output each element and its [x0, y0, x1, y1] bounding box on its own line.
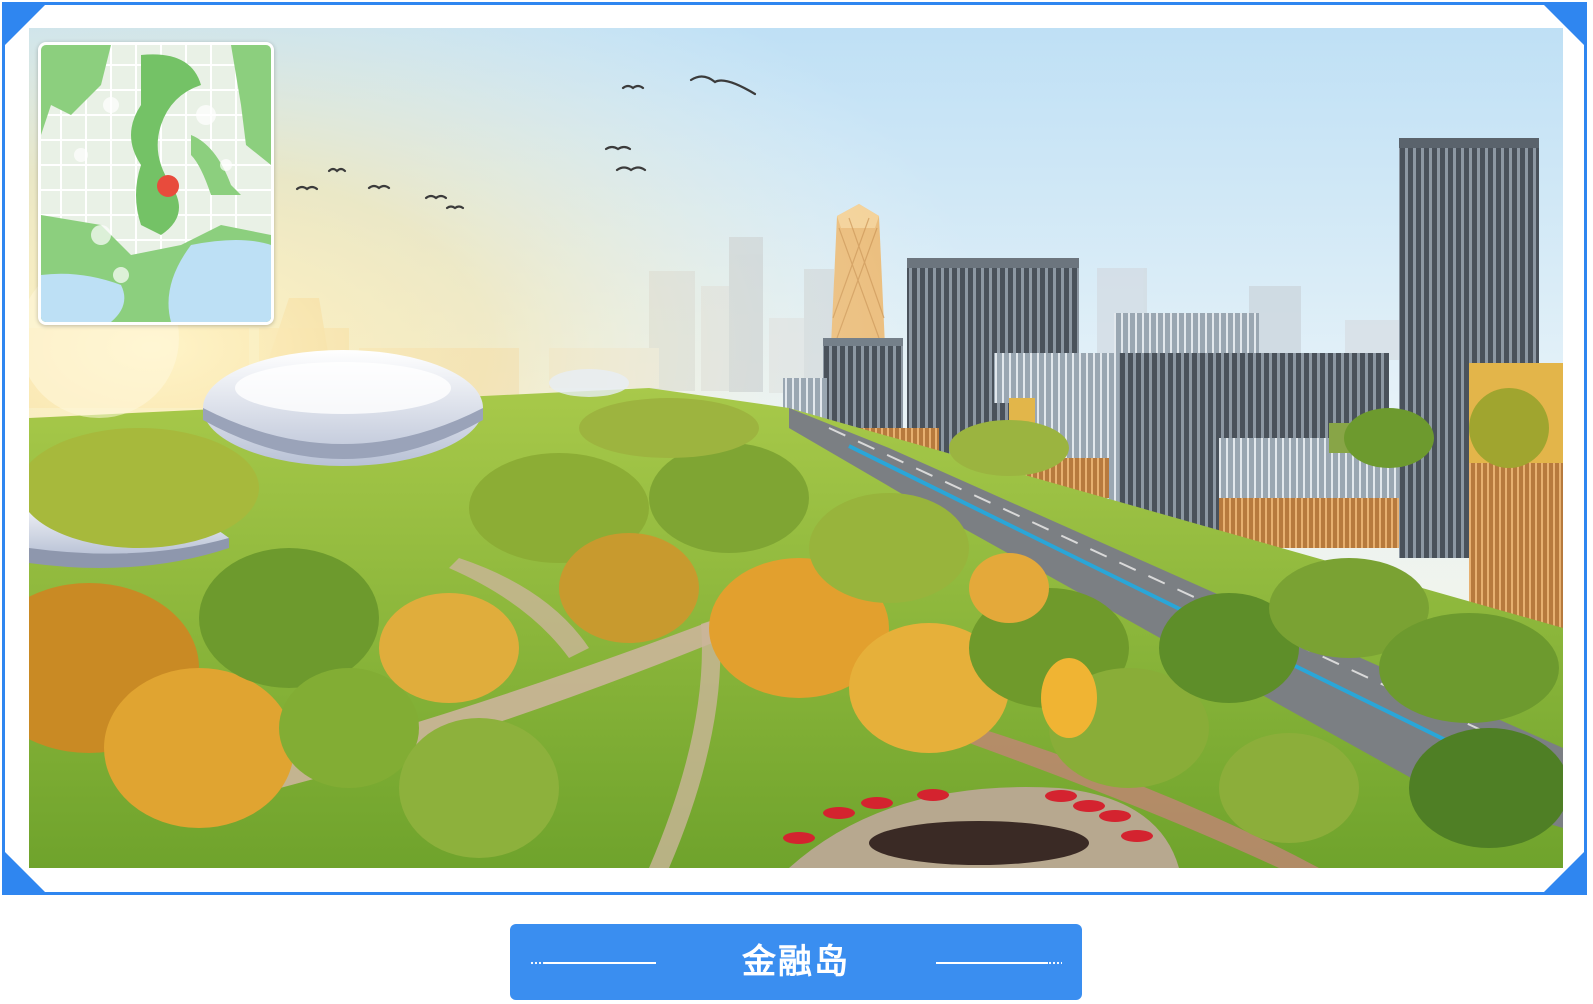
caption-divider-right — [936, 962, 1048, 964]
location-minimap — [38, 42, 274, 325]
city-park-rendering — [29, 28, 1563, 868]
location-marker-icon — [157, 175, 179, 197]
caption-dots-right — [1048, 961, 1062, 965]
caption-bar: 金融岛 — [510, 924, 1082, 1000]
